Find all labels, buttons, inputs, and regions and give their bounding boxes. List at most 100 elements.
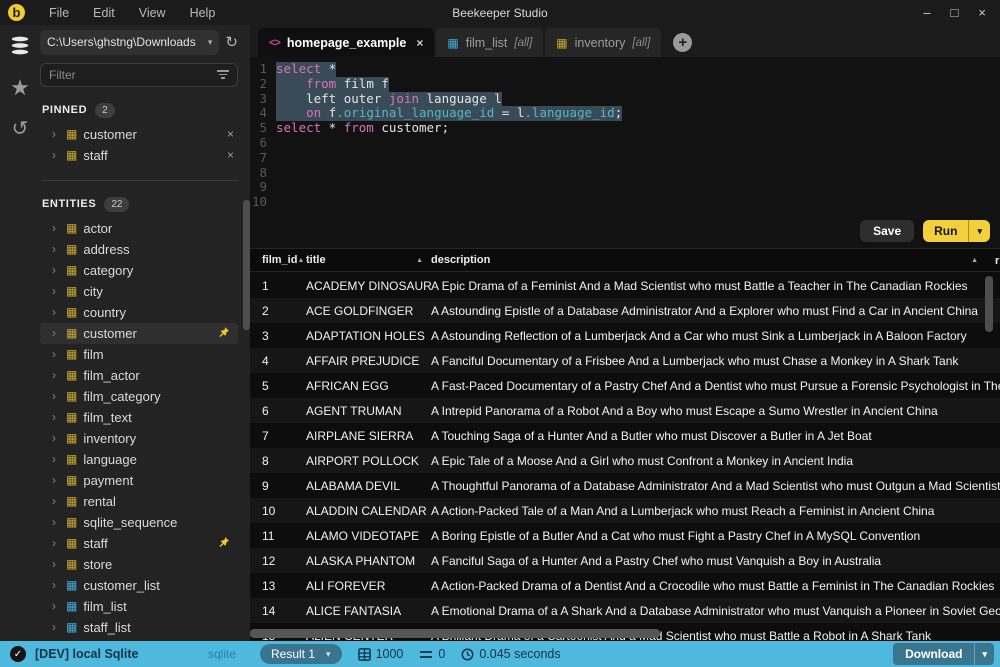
sidebar-item-inventory[interactable]: ›▦inventory: [40, 428, 238, 449]
table-row[interactable]: 11ALAMO VIDEOTAPEA Boring Epistle of a B…: [250, 523, 1000, 548]
sidebar-item-country[interactable]: ›▦country: [40, 302, 238, 323]
vertical-scrollbar[interactable]: [985, 276, 993, 332]
column-header-film-id[interactable]: film_id ▲: [250, 254, 306, 266]
chevron-right-icon[interactable]: ›: [52, 389, 60, 403]
sidebar-item-customer[interactable]: ›▦customer: [40, 323, 238, 344]
pinned-item-customer[interactable]: ›▦customer×: [40, 124, 238, 145]
result-selector-button[interactable]: Result 1 ▾: [260, 644, 342, 664]
chevron-right-icon[interactable]: ›: [52, 599, 60, 613]
chevron-right-icon[interactable]: ›: [52, 347, 60, 361]
entity-filter-input[interactable]: [49, 68, 217, 82]
table-row[interactable]: 8AIRPORT POLLOCKA Epic Tale of a Moose A…: [250, 448, 1000, 473]
table-row[interactable]: 14ALICE FANTASIAA Emotional Drama of a A…: [250, 598, 1000, 623]
sidebar-item-store[interactable]: ›▦store: [40, 554, 238, 575]
sort-arrow-icon[interactable]: ▲: [297, 257, 304, 264]
favorites-star-icon[interactable]: ★: [10, 77, 30, 99]
chevron-right-icon[interactable]: ›: [52, 620, 60, 634]
chevron-right-icon[interactable]: ›: [52, 515, 60, 529]
run-button[interactable]: Run ▾: [923, 220, 990, 242]
download-dropdown-caret-icon[interactable]: ▾: [974, 643, 994, 665]
chevron-right-icon[interactable]: ›: [52, 557, 60, 571]
connection-selector[interactable]: C:\Users\ghstng\Downloads ▾: [40, 30, 219, 55]
tab-homepage_example[interactable]: <>homepage_example×: [258, 28, 434, 57]
entity-filter[interactable]: [40, 63, 238, 87]
close-button[interactable]: ×: [978, 5, 986, 20]
sidebar-item-category[interactable]: ›▦category: [40, 260, 238, 281]
sort-arrow-icon[interactable]: ▲: [971, 257, 978, 264]
menu-file[interactable]: File: [49, 6, 69, 20]
database-icon[interactable]: [8, 35, 32, 61]
download-button-label[interactable]: Download: [893, 643, 974, 665]
table-row[interactable]: 13ALI FOREVERA Action-Packed Drama of a …: [250, 573, 1000, 598]
table-row[interactable]: 6AGENT TRUMANA Intrepid Panorama of a Ro…: [250, 398, 1000, 423]
run-button-label[interactable]: Run: [923, 220, 969, 242]
sidebar-item-address[interactable]: ›▦address: [40, 239, 238, 260]
pin-icon[interactable]: [218, 326, 230, 341]
unpin-close-icon[interactable]: ×: [227, 127, 234, 141]
table-row[interactable]: 1ACADEMY DINOSAURA Epic Drama of a Femin…: [250, 273, 1000, 298]
sidebar-item-film_category[interactable]: ›▦film_category: [40, 386, 238, 407]
sidebar-item-city[interactable]: ›▦city: [40, 281, 238, 302]
column-header-clipped[interactable]: r: [995, 249, 999, 272]
chevron-right-icon[interactable]: ›: [52, 368, 60, 382]
pinned-item-staff[interactable]: ›▦staff×: [40, 145, 238, 166]
sidebar-item-customer_list[interactable]: ›▦customer_list: [40, 575, 238, 596]
menu-view[interactable]: View: [139, 6, 166, 20]
chevron-right-icon[interactable]: ›: [52, 326, 60, 340]
download-button[interactable]: Download ▾: [893, 643, 994, 665]
sidebar-item-payment[interactable]: ›▦payment: [40, 470, 238, 491]
sidebar-scrollbar[interactable]: [243, 200, 250, 330]
chevron-right-icon[interactable]: ›: [52, 305, 60, 319]
sidebar-item-film_actor[interactable]: ›▦film_actor: [40, 365, 238, 386]
table-row[interactable]: 3ADAPTATION HOLESA Astounding Reflection…: [250, 323, 1000, 348]
maximize-button[interactable]: □: [951, 5, 959, 20]
table-row[interactable]: 10ALADDIN CALENDARA Action-Packed Tale o…: [250, 498, 1000, 523]
chevron-right-icon[interactable]: ›: [52, 148, 60, 162]
close-icon[interactable]: ×: [416, 36, 423, 50]
refresh-icon[interactable]: ↻: [225, 33, 238, 51]
sort-arrow-icon[interactable]: ▲: [416, 257, 423, 264]
chevron-right-icon[interactable]: ›: [52, 473, 60, 487]
column-header-title[interactable]: title ▲: [306, 254, 431, 266]
table-row[interactable]: 4AFFAIR PREJUDICEA Fanciful Documentary …: [250, 348, 1000, 373]
editor-actions: Save Run ▾: [250, 220, 1000, 242]
chevron-right-icon[interactable]: ›: [52, 221, 60, 235]
pin-icon[interactable]: [218, 536, 230, 551]
table-row[interactable]: 9ALABAMA DEVILA Thoughtful Panorama of a…: [250, 473, 1000, 498]
sidebar-item-staff_list[interactable]: ›▦staff_list: [40, 617, 238, 638]
save-button[interactable]: Save: [860, 220, 914, 242]
tab-film_list[interactable]: ▦film_list[all]: [436, 28, 543, 57]
minimize-button[interactable]: –: [923, 5, 930, 20]
chevron-right-icon[interactable]: ›: [52, 578, 60, 592]
chevron-right-icon[interactable]: ›: [52, 242, 60, 256]
chevron-right-icon[interactable]: ›: [52, 494, 60, 508]
chevron-right-icon[interactable]: ›: [52, 452, 60, 466]
table-row[interactable]: 2ACE GOLDFINGERA Astounding Epistle of a…: [250, 298, 1000, 323]
sidebar-item-language[interactable]: ›▦language: [40, 449, 238, 470]
unpin-close-icon[interactable]: ×: [227, 148, 234, 162]
table-row[interactable]: 12ALASKA PHANTOMA Fanciful Saga of a Hun…: [250, 548, 1000, 573]
sidebar-item-film_list[interactable]: ›▦film_list: [40, 596, 238, 617]
sidebar-item-film_text[interactable]: ›▦film_text: [40, 407, 238, 428]
menu-help[interactable]: Help: [190, 6, 216, 20]
column-header-description[interactable]: description ▲: [431, 254, 1000, 266]
horizontal-scrollbar[interactable]: [250, 629, 660, 638]
chevron-right-icon[interactable]: ›: [52, 431, 60, 445]
menu-edit[interactable]: Edit: [93, 6, 115, 20]
table-row[interactable]: 7AIRPLANE SIERRAA Touching Saga of a Hun…: [250, 423, 1000, 448]
sidebar-item-sqlite_sequence[interactable]: ›▦sqlite_sequence: [40, 512, 238, 533]
chevron-right-icon[interactable]: ›: [52, 410, 60, 424]
tab-inventory[interactable]: ▦inventory[all]: [545, 28, 661, 57]
chevron-right-icon[interactable]: ›: [52, 536, 60, 550]
sidebar-item-staff[interactable]: ›▦staff: [40, 533, 238, 554]
sidebar-item-film[interactable]: ›▦film: [40, 344, 238, 365]
chevron-right-icon[interactable]: ›: [52, 127, 60, 141]
sidebar-item-actor[interactable]: ›▦actor: [40, 218, 238, 239]
sidebar-item-rental[interactable]: ›▦rental: [40, 491, 238, 512]
table-row[interactable]: 5AFRICAN EGGA Fast-Paced Documentary of …: [250, 373, 1000, 398]
new-tab-button[interactable]: +: [673, 33, 692, 52]
history-icon[interactable]: ↺: [12, 119, 29, 139]
run-dropdown-caret-icon[interactable]: ▾: [969, 220, 990, 242]
chevron-right-icon[interactable]: ›: [52, 263, 60, 277]
chevron-right-icon[interactable]: ›: [52, 284, 60, 298]
